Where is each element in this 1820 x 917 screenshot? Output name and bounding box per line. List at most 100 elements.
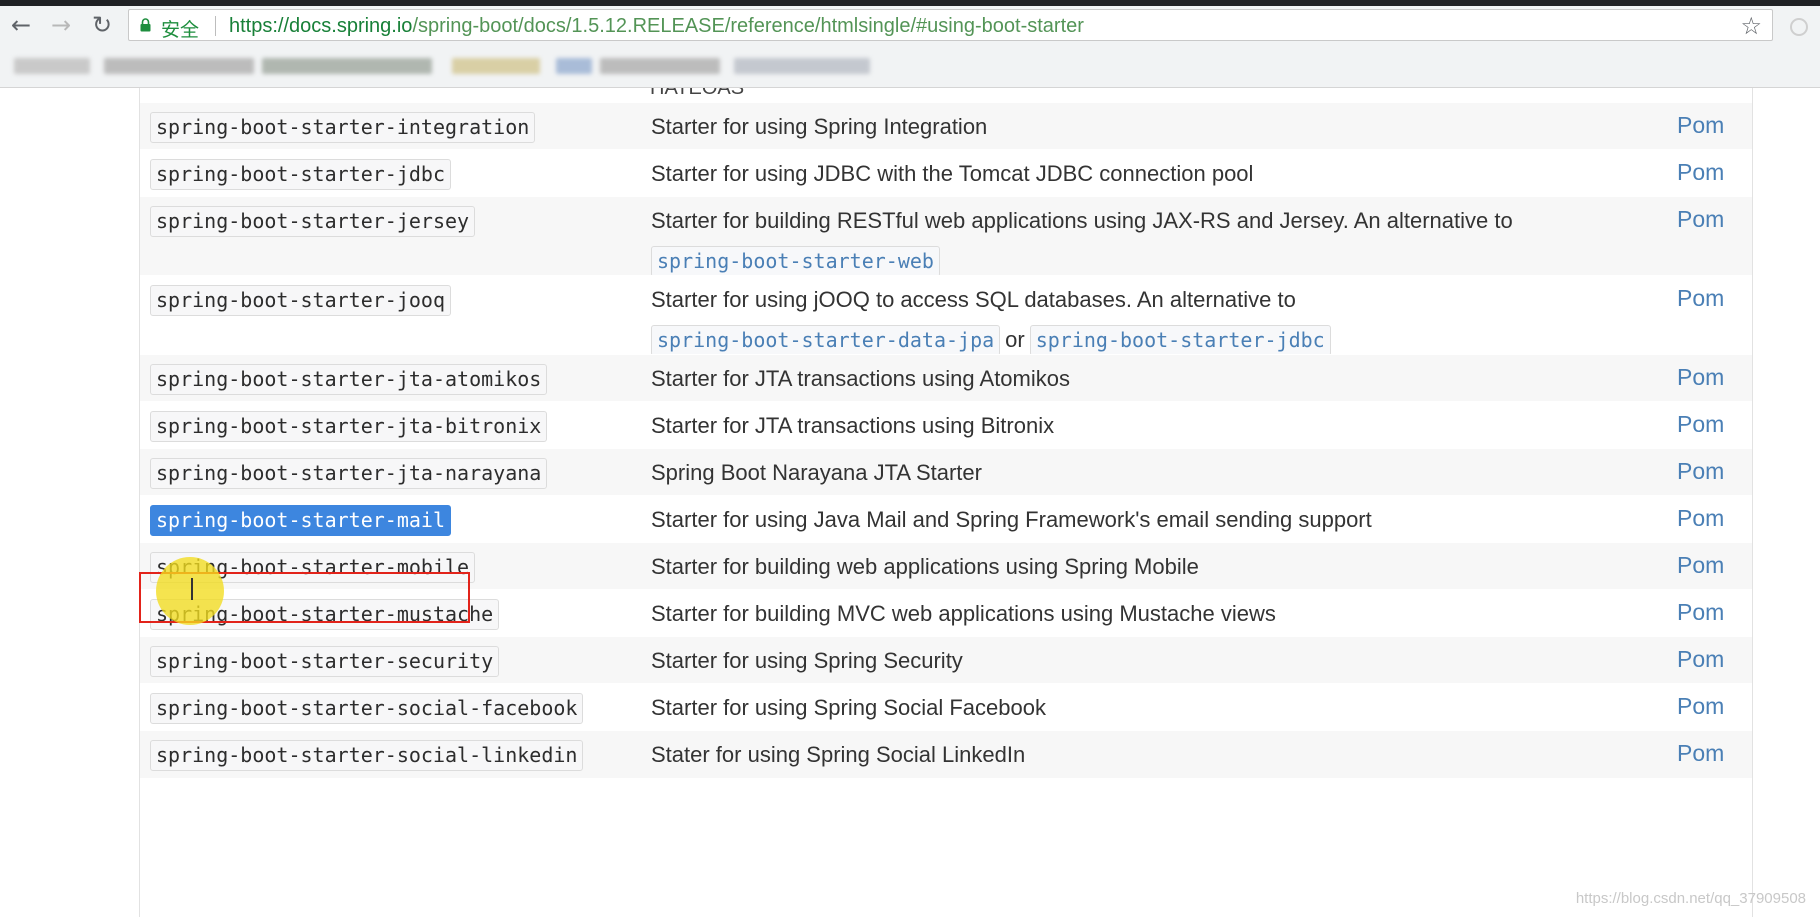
starter-name[interactable]: spring-boot-starter-jta-narayana	[150, 458, 548, 489]
starter-description: Starter for using Spring Security	[651, 645, 1531, 677]
starter-name[interactable]: spring-boot-starter-security	[150, 646, 500, 677]
starter-name-cell: spring-boot-starter-social-facebook	[150, 693, 584, 724]
description-text: Starter for using Spring Integration	[651, 114, 988, 139]
pom-link[interactable]: Pom	[1677, 458, 1724, 485]
description-text: Starter for building MVC web application…	[651, 601, 1276, 626]
pom-link[interactable]: Pom	[1677, 599, 1724, 626]
starter-name[interactable]: spring-boot-starter-mail	[150, 505, 451, 536]
pom-link[interactable]: Pom	[1677, 206, 1724, 233]
url-text[interactable]: https://docs.spring.io/spring-boot/docs/…	[229, 15, 1084, 38]
starter-description: Spring Boot Narayana JTA Starter	[651, 457, 1531, 489]
reload-icon[interactable]: ↻	[87, 10, 117, 40]
starter-name-cell: spring-boot-starter-social-linkedin	[150, 740, 584, 771]
table-row: spring-boot-starter-security Starter for …	[140, 636, 1752, 684]
starter-description: Starter for using JDBC with the Tomcat J…	[651, 158, 1531, 190]
or-word: or	[1005, 327, 1025, 352]
partial-row-text: HATEOAS	[650, 88, 745, 99]
starter-description: Starter for building RESTful web applica…	[651, 205, 1531, 277]
starter-name[interactable]: spring-boot-starter-jta-bitronix	[150, 411, 548, 442]
table-row: spring-boot-starter-mustache Starter for …	[140, 589, 1752, 637]
alternative-starters: spring-boot-starter-web	[651, 245, 1531, 277]
address-divider	[215, 16, 216, 36]
secure-label: 安全	[161, 19, 200, 41]
starter-name[interactable]: spring-boot-starter-jooq	[150, 285, 451, 316]
starter-name-cell: spring-boot-starter-security	[150, 646, 500, 677]
pom-link[interactable]: Pom	[1677, 411, 1724, 438]
pom-link[interactable]: Pom	[1677, 693, 1724, 720]
starters-table: HATEOAS spring-boot-starter-integration S…	[139, 88, 1753, 917]
table-row: spring-boot-starter-jooq Starter for usin…	[140, 275, 1752, 356]
starter-name-cell: spring-boot-starter-integration	[150, 112, 536, 143]
starter-description: Starter for using Spring Social Facebook	[651, 692, 1531, 724]
browser-toolbar: ← → ↻ 安全 https://docs.spring.io/spring-b…	[0, 6, 1820, 44]
table-row: spring-boot-starter-integration Starter f…	[140, 102, 1752, 150]
pom-link[interactable]: Pom	[1677, 112, 1724, 139]
starter-name[interactable]: spring-boot-starter-jersey	[150, 206, 476, 237]
url-host: https://docs.spring.io	[229, 15, 413, 37]
starter-name[interactable]: spring-boot-starter-integration	[150, 112, 536, 143]
starter-name-cell: spring-boot-starter-jta-narayana	[150, 458, 548, 489]
starter-name[interactable]: spring-boot-starter-mustache	[150, 599, 500, 630]
pom-link[interactable]: Pom	[1677, 159, 1724, 186]
description-text: Starter for building RESTful web applica…	[651, 208, 1513, 233]
starter-name[interactable]: spring-boot-starter-jdbc	[150, 159, 451, 190]
alternative-starter-link[interactable]: spring-boot-starter-web	[651, 246, 940, 277]
address-bar[interactable]: 安全 https://docs.spring.io/spring-boot/do…	[128, 9, 1773, 41]
alternative-starter-link[interactable]: spring-boot-starter-jdbc	[1029, 325, 1331, 356]
pom-link[interactable]: Pom	[1677, 552, 1724, 579]
bookmark-item-blurred[interactable]	[556, 58, 592, 74]
table-row: spring-boot-starter-social-facebook Start…	[140, 683, 1752, 731]
description-text: Starter for using Spring Security	[651, 648, 963, 673]
starter-name[interactable]: spring-boot-starter-mobile	[150, 552, 476, 583]
watermark: https://blog.csdn.net/qq_37909508	[1575, 890, 1806, 907]
table-row: spring-boot-starter-social-linkedin State…	[140, 730, 1752, 778]
alternative-starters: spring-boot-starter-data-jpa or spring-boo…	[651, 324, 1531, 356]
starter-description: Starter for using Java Mail and Spring F…	[651, 504, 1531, 536]
url-path: /spring-boot/docs/1.5.12.RELEASE/referen…	[412, 15, 1084, 37]
table-row: spring-boot-starter-mobile Starter for bu…	[140, 542, 1752, 590]
forward-arrow-icon[interactable]: →	[46, 10, 76, 40]
starter-description: Starter for using jOOQ to access SQL dat…	[651, 284, 1531, 356]
pom-link[interactable]: Pom	[1677, 505, 1724, 532]
lock-icon	[140, 18, 151, 32]
starter-description: Starter for building MVC web application…	[651, 598, 1531, 630]
bookmark-item-blurred[interactable]	[600, 58, 720, 74]
starter-name[interactable]: spring-boot-starter-social-facebook	[150, 693, 584, 724]
table-row: spring-boot-starter-jta-narayana Spring B…	[140, 448, 1752, 496]
starter-description: Starter for using Spring Integration	[651, 111, 1531, 143]
starter-name-cell: spring-boot-starter-jta-bitronix	[150, 411, 548, 442]
bookmark-item-blurred[interactable]	[734, 58, 870, 74]
bookmark-item-blurred[interactable]	[14, 58, 90, 74]
starter-description: Starter for building web applications us…	[651, 551, 1531, 583]
starter-name[interactable]: spring-boot-starter-social-linkedin	[150, 740, 584, 771]
table-row: spring-boot-starter-jersey Starter for bu…	[140, 196, 1752, 277]
starter-name-cell: spring-boot-starter-mustache	[150, 599, 500, 630]
alternative-starter-link[interactable]: spring-boot-starter-data-jpa	[651, 325, 1001, 356]
starter-name-cell: spring-boot-starter-jta-atomikos	[150, 364, 548, 395]
back-arrow-icon[interactable]: ←	[6, 10, 36, 40]
extension-icon[interactable]	[1790, 18, 1808, 36]
table-row: spring-boot-starter-jta-atomikos Starter …	[140, 354, 1752, 402]
description-text: Spring Boot Narayana JTA Starter	[651, 460, 982, 485]
pom-link[interactable]: Pom	[1677, 646, 1724, 673]
description-text: Stater for using Spring Social LinkedIn	[651, 742, 1026, 767]
pom-link[interactable]: Pom	[1677, 285, 1724, 312]
description-text: Starter for using Java Mail and Spring F…	[651, 507, 1372, 532]
starter-name-cell: spring-boot-starter-mobile	[150, 552, 476, 583]
bookmark-item-blurred[interactable]	[452, 58, 540, 74]
starter-name[interactable]: spring-boot-starter-jta-atomikos	[150, 364, 548, 395]
description-text: Starter for using jOOQ to access SQL dat…	[651, 287, 1296, 312]
description-text: Starter for using Spring Social Facebook	[651, 695, 1046, 720]
starter-description: Starter for JTA transactions using Atomi…	[651, 363, 1531, 395]
starter-description: Starter for JTA transactions using Bitro…	[651, 410, 1531, 442]
bookmark-item-blurred[interactable]	[104, 58, 254, 74]
bookmark-star-icon[interactable]: ☆	[1740, 12, 1762, 40]
bookmark-item-blurred[interactable]	[262, 58, 432, 74]
pom-link[interactable]: Pom	[1677, 740, 1724, 767]
starter-name-cell: spring-boot-starter-jooq	[150, 285, 451, 316]
pom-link[interactable]: Pom	[1677, 364, 1724, 391]
description-text: Starter for building web applications us…	[651, 554, 1199, 579]
starter-name-cell: spring-boot-starter-jdbc	[150, 159, 451, 190]
table-row: spring-boot-starter-jta-bitronix Starter …	[140, 401, 1752, 449]
description-text: Starter for JTA transactions using Atomi…	[651, 366, 1070, 391]
